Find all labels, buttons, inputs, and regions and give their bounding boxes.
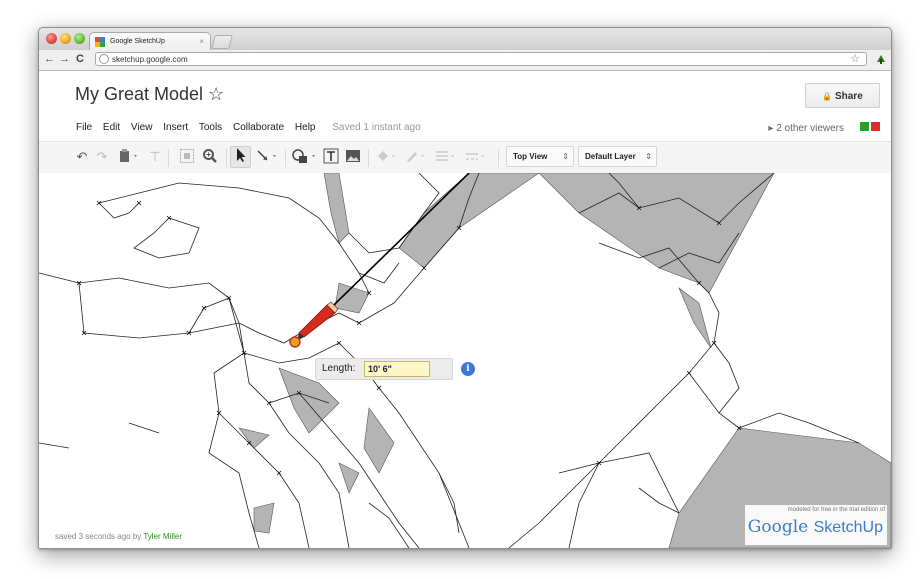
select-arrow-icon: ⇕ — [645, 152, 652, 161]
menu-tools[interactable]: Tools — [199, 122, 222, 133]
toolbar-divider — [168, 149, 169, 167]
paste-icon[interactable] — [116, 148, 142, 166]
select-tool-icon[interactable] — [230, 146, 251, 168]
menu-help[interactable]: Help — [295, 122, 316, 133]
line-tool-icon[interactable] — [254, 148, 280, 166]
select-arrow-icon: ⇕ — [562, 152, 569, 161]
tab-close-icon[interactable]: × — [199, 33, 204, 50]
text-tool-icon[interactable] — [322, 148, 340, 166]
browser-titlebar: Google SketchUp × — [39, 28, 891, 50]
pencil-cursor-icon — [297, 301, 339, 341]
menu-file[interactable]: File — [76, 122, 92, 133]
undo-icon[interactable]: ↶ — [74, 148, 90, 166]
sketchup-logo-text: SketchUp — [813, 519, 883, 536]
google-sketchup-logo: Google SketchUp — [748, 517, 883, 537]
viewer-color-green — [860, 122, 869, 131]
sketchup-watermark: modeled for free in the trial edition of… — [745, 505, 887, 545]
length-measurement-box: Length: 10' 6" i — [315, 358, 475, 380]
url-text: sketchup.google.com — [112, 55, 188, 64]
line-style-icon[interactable] — [463, 148, 489, 166]
app-header: My Great Model ☆ 🔒 Share File Edit View … — [39, 71, 891, 174]
shapes-tool-icon[interactable] — [290, 148, 320, 166]
line-color-icon[interactable] — [403, 148, 429, 166]
fill-color-icon[interactable] — [374, 148, 400, 166]
address-toolbar: ← → C sketchup.google.com ☆ — [39, 50, 891, 71]
last-saved-status: saved 3 seconds ago by Tyler Miller — [55, 532, 182, 541]
drawing-toolbar: ↶ ↷ ⊤ Top View ⇕ Default Layer ⇕ — [39, 141, 891, 174]
toolbar-divider — [226, 149, 227, 167]
tab-title: Google SketchUp — [110, 38, 165, 45]
snap-point-marker — [289, 336, 301, 348]
info-icon[interactable]: i — [461, 362, 475, 376]
author-link[interactable]: Tyler Miller — [143, 532, 182, 541]
menu-insert[interactable]: Insert — [163, 122, 188, 133]
saved-by-prefix: saved 3 seconds ago by — [55, 532, 144, 541]
share-button[interactable]: 🔒 Share — [805, 83, 880, 108]
google-logo-text: Google — [747, 517, 809, 537]
share-label: Share — [834, 91, 863, 102]
url-field[interactable]: sketchup.google.com ☆ — [95, 52, 867, 66]
paint-format-icon[interactable]: ⊤ — [147, 148, 163, 166]
line-weight-icon[interactable] — [433, 148, 459, 166]
minimize-window-button[interactable] — [60, 33, 71, 44]
insert-image-icon[interactable] — [344, 148, 362, 166]
forward-button[interactable]: → — [59, 52, 70, 66]
menu-collaborate[interactable]: Collaborate — [233, 122, 284, 133]
saved-status: Saved 1 instant ago — [332, 122, 421, 133]
toolbar-divider — [285, 149, 286, 167]
length-label: Length: — [322, 363, 356, 374]
close-window-button[interactable] — [46, 33, 57, 44]
toolbar-divider — [368, 149, 369, 167]
view-select[interactable]: Top View ⇕ — [506, 146, 574, 167]
browser-window: Google SketchUp × ← → C sketchup.google.… — [38, 27, 892, 549]
model-title[interactable]: My Great Model ☆ — [75, 84, 224, 105]
reload-button[interactable]: C — [76, 52, 84, 66]
layer-select-value: Default Layer — [585, 152, 636, 161]
sketchup-favicon-icon — [95, 37, 105, 47]
new-tab-button[interactable] — [211, 35, 233, 49]
drawing-canvas[interactable]: Length: 10' 6" i saved 3 seconds ago by … — [39, 173, 891, 548]
extension-icon[interactable] — [875, 53, 887, 65]
bookmark-star-icon[interactable]: ☆ — [850, 52, 860, 66]
model-drawing[interactable] — [39, 173, 891, 548]
zoom-window-button[interactable] — [74, 33, 85, 44]
toolbar-divider — [498, 149, 499, 167]
browser-tab[interactable]: Google SketchUp × — [89, 32, 211, 50]
other-viewers-link[interactable]: ▸ 2 other viewers — [768, 123, 844, 134]
menu-edit[interactable]: Edit — [103, 122, 120, 133]
zoom-extents-icon[interactable] — [178, 148, 196, 166]
viewer-color-red — [871, 122, 880, 131]
layer-select[interactable]: Default Layer ⇕ — [578, 146, 657, 167]
view-select-value: Top View — [513, 152, 548, 161]
watermark-caption: modeled for free in the trial edition of — [787, 507, 885, 513]
length-input[interactable]: 10' 6" — [364, 361, 430, 377]
redo-icon[interactable]: ↷ — [94, 148, 110, 166]
page-info-icon — [99, 54, 109, 64]
back-button[interactable]: ← — [44, 52, 55, 66]
menu-bar: File Edit View Insert Tools Collaborate … — [76, 122, 429, 133]
zoom-icon[interactable] — [201, 148, 219, 166]
menu-view[interactable]: View — [131, 122, 153, 133]
lock-icon: 🔒 — [822, 92, 833, 101]
